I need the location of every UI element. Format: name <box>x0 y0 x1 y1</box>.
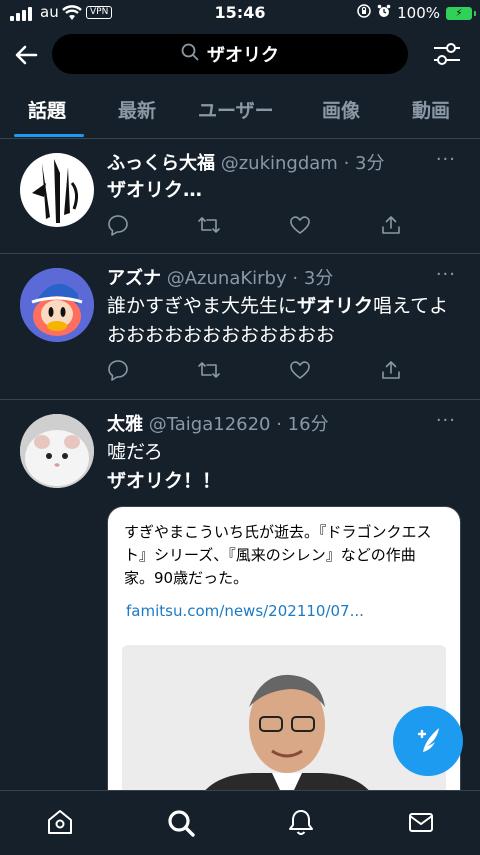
like-icon[interactable] <box>289 214 311 240</box>
tab-users[interactable]: ユーザー <box>198 96 274 123</box>
tweet-author-name[interactable]: アズナ <box>107 268 161 289</box>
tab-images[interactable]: 画像 <box>322 96 360 123</box>
search-input[interactable]: ザオリク <box>52 34 408 74</box>
messages-icon[interactable] <box>407 808 435 840</box>
like-icon[interactable] <box>289 359 311 385</box>
tweet-actions <box>107 359 407 383</box>
tweet[interactable]: ふっくら大福 @zukingdam · 3分 ··· ザオリク… <box>0 139 480 254</box>
tweet-text-highlight: ザオリク <box>297 295 374 317</box>
avatar[interactable] <box>20 268 94 342</box>
tweet-handle: @zukingdam <box>220 153 338 174</box>
home-icon[interactable] <box>46 808 74 840</box>
tweet-text-highlight: ザオリク… <box>107 179 203 201</box>
orientation-lock-icon <box>357 4 371 22</box>
tweet[interactable]: アズナ @AzunaKirby · 3分 ··· 誰かすぎやま大先生にザオリク唱… <box>0 254 480 400</box>
more-options-icon[interactable]: ··· <box>436 149 456 170</box>
card-link[interactable]: famitsu.com/news/202110/07... <box>126 602 364 620</box>
tweet-time: · 3分 <box>343 153 385 174</box>
filter-icon[interactable] <box>432 40 462 72</box>
tweet-handle: @Taiga12620 <box>148 414 271 435</box>
reply-icon[interactable] <box>107 214 129 240</box>
search-query: ザオリク <box>207 45 279 66</box>
active-tab-indicator <box>14 134 84 137</box>
back-arrow-icon[interactable] <box>12 40 42 70</box>
share-icon[interactable] <box>380 214 402 240</box>
tweet-text: 嘘だろ <box>107 441 163 463</box>
explore-icon[interactable] <box>166 808 196 842</box>
tab-latest[interactable]: 最新 <box>118 96 156 123</box>
tweet-time: · 16分 <box>276 414 329 435</box>
avatar[interactable] <box>20 414 94 488</box>
reply-icon[interactable] <box>107 359 129 385</box>
tweet-handle: @AzunaKirby <box>166 268 287 289</box>
status-bar: au VPN 15:46 100% ⚡ <box>0 0 480 28</box>
avatar[interactable] <box>20 153 94 227</box>
tweet-time: · 3分 <box>292 268 334 289</box>
tweet-text: 誰かすぎやま大先生に <box>107 295 298 317</box>
tweet-author-name[interactable]: 太雅 <box>107 414 143 435</box>
tweet-actions <box>107 214 407 238</box>
compose-icon <box>411 722 445 760</box>
retweet-icon[interactable] <box>197 214 221 240</box>
alarm-icon <box>377 4 391 22</box>
tab-trending[interactable]: 話題 <box>28 96 66 123</box>
search-tabs: 話題 最新 ユーザー 画像 動画 <box>0 86 480 139</box>
more-options-icon[interactable]: ··· <box>436 410 456 431</box>
tab-videos[interactable]: 動画 <box>412 96 450 123</box>
card-description: すぎやまこういち氏が逝去。『ドラゴンクエスト』シリーズ、『風来のシレン』などの作… <box>124 523 432 587</box>
battery-percent: 100% <box>397 4 440 22</box>
search-header: ザオリク <box>0 28 480 84</box>
search-icon <box>181 43 199 66</box>
compose-button[interactable] <box>393 706 463 776</box>
tweet-text: ！！ <box>183 470 222 492</box>
tweet-text-highlight: ザオリク <box>107 470 184 492</box>
battery-icon: ⚡ <box>446 6 476 20</box>
tweet-author-name[interactable]: ふっくら大福 <box>107 153 215 174</box>
more-options-icon[interactable]: ··· <box>436 264 456 285</box>
share-icon[interactable] <box>380 359 402 385</box>
notifications-icon[interactable] <box>287 808 315 840</box>
retweet-icon[interactable] <box>197 359 221 385</box>
bottom-navigation <box>0 790 480 855</box>
